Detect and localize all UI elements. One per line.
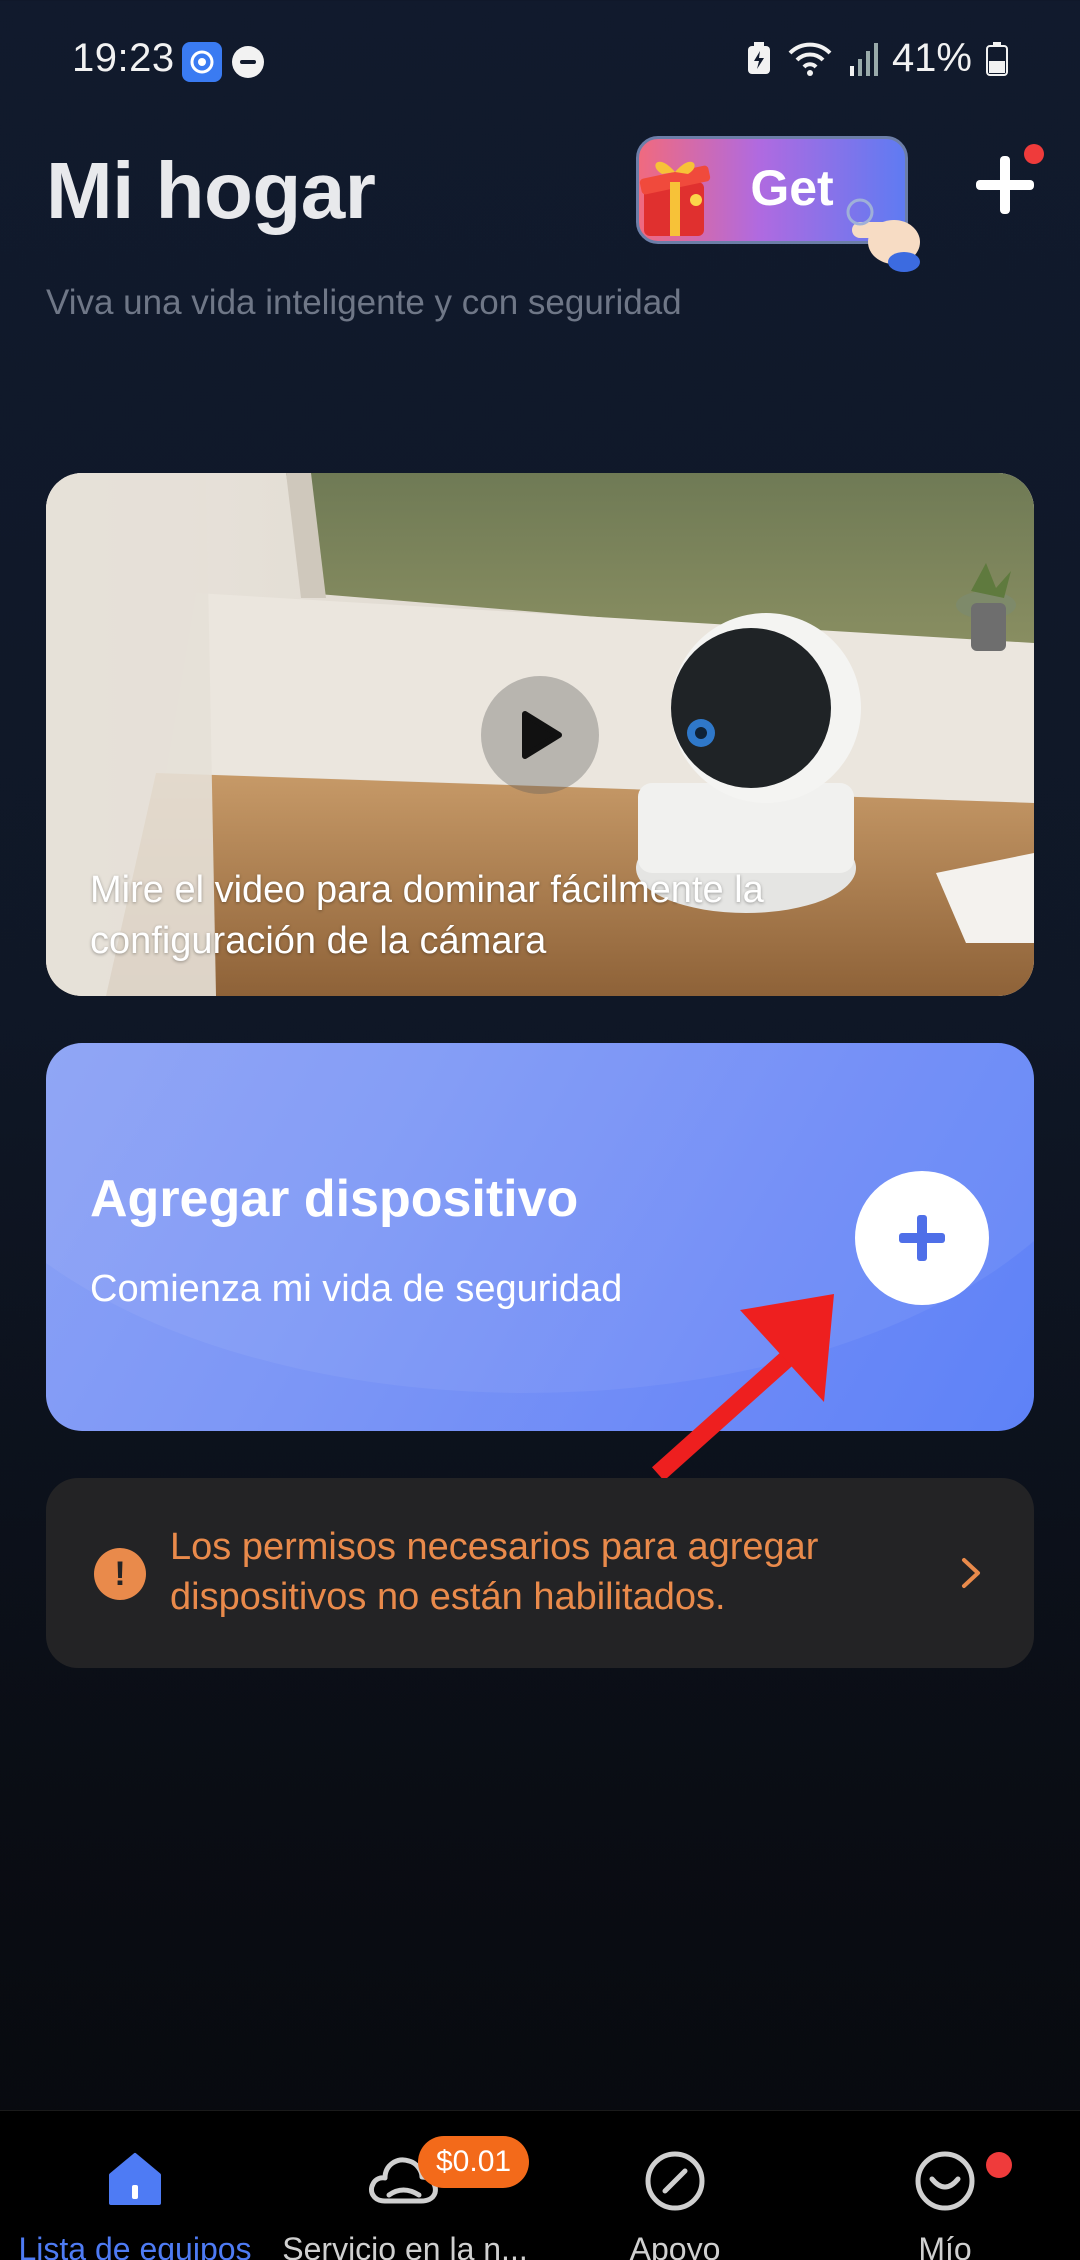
get-promo-label: Get <box>750 160 834 216</box>
compass-icon <box>645 2151 705 2211</box>
permission-warning[interactable]: ! Los permisos necesarios para agregar d… <box>46 1478 1034 1668</box>
battery-icon <box>986 41 1008 76</box>
tab-cloud-service-label: Servicio en la n... <box>282 2231 528 2260</box>
tab-device-list-label: Lista de equipos <box>18 2231 252 2260</box>
home-icon <box>109 2153 161 2205</box>
permission-warning-text: Los permisos necesarios para agregar dis… <box>170 1526 819 1618</box>
profile-notification-dot <box>986 2152 1012 2178</box>
status-time: 19:23 <box>72 36 175 80</box>
page-title: Mi hogar <box>46 146 376 235</box>
tab-support[interactable]: Apoyo <box>540 2111 810 2260</box>
status-bar: 19:23 41% <box>0 0 1080 120</box>
tab-device-list[interactable]: Lista de equipos <box>0 2111 270 2260</box>
battery-saver-icon <box>747 41 770 74</box>
tab-profile-label: Mío <box>918 2231 972 2260</box>
get-promo-button[interactable]: Get <box>598 128 938 276</box>
play-icon <box>522 711 562 759</box>
pointing-hand-icon <box>846 198 920 272</box>
page-subtitle: Viva una vida inteligente y con segurida… <box>46 283 682 322</box>
video-caption: Mire el video para dominar fácilmente la… <box>90 869 764 962</box>
profile-smile-icon <box>915 2151 975 2211</box>
tab-support-label: Apoyo <box>629 2231 721 2260</box>
add-device-title: Agregar dispositivo <box>90 1170 579 1228</box>
tutorial-video-card[interactable]: Mire el video para dominar fácilmente la… <box>46 473 1034 996</box>
play-button[interactable] <box>481 676 599 794</box>
notification-dot <box>1024 144 1044 164</box>
wifi-icon <box>788 42 832 76</box>
warning-icon: ! <box>94 1548 146 1600</box>
chevron-right-icon <box>962 1558 980 1588</box>
signal-icon <box>849 42 878 76</box>
add-device-subtitle: Comienza mi vida de seguridad <box>90 1268 623 1310</box>
app-notification-icon <box>182 42 222 82</box>
add-device-card[interactable]: Agregar dispositivo Comienza mi vida de … <box>46 1043 1034 1431</box>
battery-percentage: 41% <box>891 36 972 80</box>
add-device-button[interactable] <box>855 1171 989 1305</box>
bottom-navigation: Lista de equipos Servicio en la n... Apo… <box>0 2110 1080 2260</box>
tab-profile[interactable]: Mío <box>810 2111 1080 2260</box>
red-arrow-annotation <box>651 1294 834 1481</box>
do-not-disturb-icon <box>232 46 264 78</box>
price-badge: $0.01 <box>418 2136 530 2188</box>
gift-icon <box>639 161 711 236</box>
